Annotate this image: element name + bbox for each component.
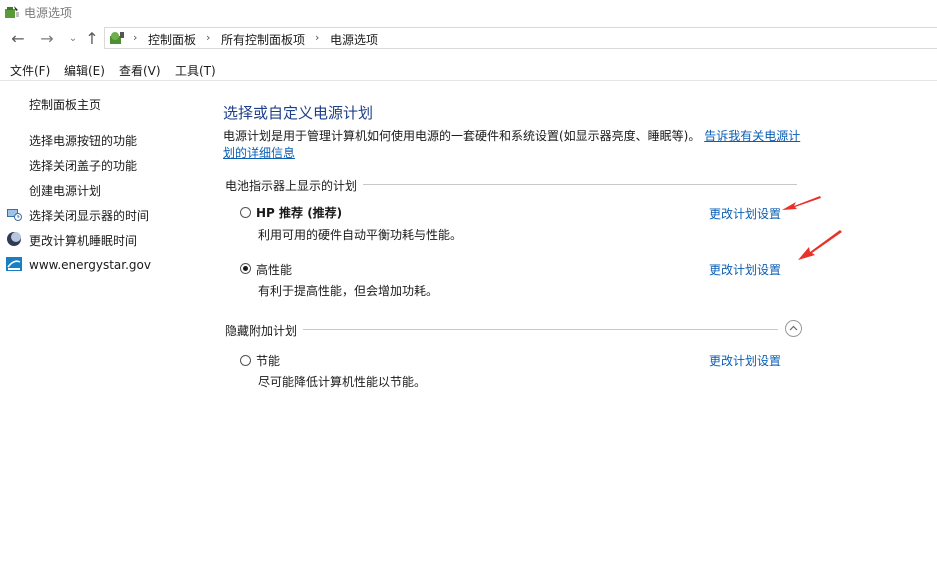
change-plan-settings-link-high-performance[interactable]: 更改计划设置 <box>709 261 781 278</box>
page-description: 电源计划是用于管理计算机如何使用电源的一套硬件和系统设置(如显示器亮度、睡眠等)… <box>223 128 803 162</box>
sidebar-create-plan-link[interactable]: 创建电源计划 <box>29 182 101 199</box>
chevron-down-icon[interactable]: ⌄ <box>63 29 83 49</box>
forward-arrow-icon[interactable]: → <box>37 29 57 49</box>
plan-name-high-performance[interactable]: 高性能 <box>256 261 292 278</box>
breadcrumb-separator: › <box>133 31 138 44</box>
plan-desc-high-performance: 有利于提高性能，但会增加功耗。 <box>258 284 439 298</box>
plan-desc-power-saver: 尽可能降低计算机性能以节能。 <box>258 375 427 389</box>
plan-desc-hp: 利用可用的硬件自动平衡功耗与性能。 <box>258 228 463 242</box>
plan-name-hp[interactable]: HP 推荐 (推荐) <box>256 204 342 221</box>
breadcrumb-all-items[interactable]: 所有控制面板项 <box>221 31 305 48</box>
plan-radio-high-performance[interactable] <box>240 263 251 274</box>
navigation-bar: ← → ⌄ ↑ › 控制面板 › 所有控制面板项 › 电源选项 <box>0 27 937 51</box>
collapse-chevron-icon[interactable] <box>785 320 802 337</box>
sidebar-energystar-link[interactable]: www.energystar.gov <box>29 258 151 272</box>
annotation-arrow <box>782 196 821 210</box>
title-bar: 电源选项 <box>0 0 937 24</box>
address-bar[interactable]: › 控制面板 › 所有控制面板项 › 电源选项 <box>104 27 937 49</box>
window-title: 电源选项 <box>24 6 73 20</box>
menu-file[interactable]: 文件(F) <box>10 62 50 79</box>
breadcrumb-power-options[interactable]: 电源选项 <box>330 31 378 48</box>
monitor-clock-icon <box>7 209 22 221</box>
sidebar-display-off-link[interactable]: 选择关闭显示器的时间 <box>29 207 149 224</box>
breadcrumb-control-panel[interactable]: 控制面板 <box>148 31 196 48</box>
plan-radio-hp[interactable] <box>240 207 251 218</box>
up-arrow-icon[interactable]: ↑ <box>82 29 102 49</box>
control-panel-icon <box>110 32 124 44</box>
power-options-icon <box>5 6 19 18</box>
sidebar-sleep-link[interactable]: 更改计算机睡眠时间 <box>29 232 137 249</box>
sidebar-lid-link[interactable]: 选择关闭盖子的功能 <box>29 157 137 174</box>
menu-edit[interactable]: 编辑(E) <box>64 62 105 79</box>
plan-radio-power-saver[interactable] <box>240 355 251 366</box>
page-title: 选择或自定义电源计划 <box>223 104 374 122</box>
plan-name-power-saver[interactable]: 节能 <box>256 352 280 369</box>
menu-tools[interactable]: 工具(T) <box>175 62 216 79</box>
breadcrumb-separator: › <box>206 31 211 44</box>
hidden-plans-section-heading: 隐藏附加计划 <box>225 322 304 339</box>
section-divider <box>225 329 778 330</box>
moon-icon <box>7 232 21 246</box>
annotation-arrow <box>798 230 842 260</box>
change-plan-settings-link-power-saver[interactable]: 更改计划设置 <box>709 352 781 369</box>
energystar-icon <box>6 257 22 271</box>
back-arrow-icon[interactable]: ← <box>8 29 28 49</box>
change-plan-settings-link-hp[interactable]: 更改计划设置 <box>709 205 781 222</box>
breadcrumb-separator: › <box>315 31 320 44</box>
battery-section-heading: 电池指示器上显示的计划 <box>225 177 364 194</box>
description-text: 电源计划是用于管理计算机如何使用电源的一套硬件和系统设置(如显示器亮度、睡眠等)… <box>223 129 701 143</box>
sidebar-power-button-link[interactable]: 选择电源按钮的功能 <box>29 132 137 149</box>
sidebar-home-link[interactable]: 控制面板主页 <box>29 96 101 113</box>
menu-view[interactable]: 查看(V) <box>119 62 161 79</box>
menu-bar: 文件(F) 编辑(E) 查看(V) 工具(T) <box>0 58 937 81</box>
